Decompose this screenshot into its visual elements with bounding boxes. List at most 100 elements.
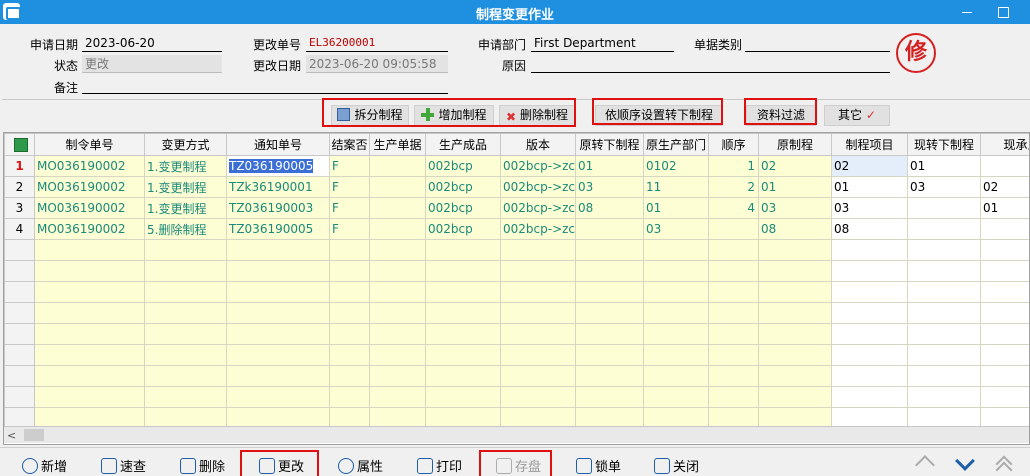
table-cell[interactable] — [226, 302, 330, 324]
scroll-thumb[interactable] — [24, 429, 44, 441]
table-cell[interactable] — [758, 386, 832, 408]
table-cell[interactable] — [369, 176, 426, 198]
table-cell[interactable] — [34, 260, 145, 282]
horizontal-scrollbar[interactable]: < — [4, 426, 1029, 443]
table-cell[interactable] — [643, 323, 709, 345]
table-cell[interactable] — [575, 260, 644, 282]
table-cell[interactable] — [500, 239, 576, 261]
table-cell[interactable] — [34, 386, 145, 408]
table-cell[interactable] — [425, 302, 501, 324]
table-cell[interactable] — [980, 281, 1029, 303]
table-cell[interactable] — [425, 386, 501, 408]
table-cell[interactable]: 002bcp->zcc — [500, 197, 576, 219]
column-header[interactable]: 版本 — [500, 133, 576, 156]
new-button[interactable]: 新增 — [22, 456, 67, 476]
table-cell[interactable] — [144, 323, 227, 345]
table-cell[interactable] — [831, 344, 908, 366]
table-cell[interactable]: 01 — [758, 176, 832, 198]
table-cell[interactable] — [144, 365, 227, 387]
table-cell[interactable] — [425, 239, 501, 261]
table-cell[interactable] — [708, 260, 759, 282]
table-cell[interactable]: 03 — [575, 176, 644, 198]
table-cell[interactable] — [980, 302, 1029, 324]
table-cell[interactable]: 1 — [708, 155, 759, 177]
table-cell[interactable] — [575, 323, 644, 345]
table-cell[interactable] — [144, 386, 227, 408]
table-cell[interactable] — [758, 344, 832, 366]
doc-type-field[interactable] — [745, 34, 890, 52]
table-cell[interactable] — [643, 260, 709, 282]
table-cell[interactable] — [575, 218, 644, 240]
table-cell[interactable]: 002bcp->zcc — [500, 218, 576, 240]
table-cell[interactable] — [758, 365, 832, 387]
modify-button[interactable]: 更改 — [259, 456, 304, 476]
table-cell[interactable] — [575, 365, 644, 387]
table-cell[interactable] — [500, 344, 576, 366]
empty-row[interactable] — [4, 323, 1029, 345]
table-cell[interactable] — [907, 239, 981, 261]
table-cell[interactable] — [369, 218, 426, 240]
empty-row[interactable] — [4, 260, 1029, 282]
table-cell[interactable] — [643, 386, 709, 408]
table-cell[interactable] — [329, 386, 370, 408]
table-cell[interactable] — [980, 344, 1029, 366]
table-cell[interactable] — [500, 386, 576, 408]
table-cell[interactable] — [575, 281, 644, 303]
table-cell[interactable] — [907, 281, 981, 303]
table-cell[interactable] — [831, 365, 908, 387]
table-cell[interactable]: F — [329, 218, 370, 240]
table-cell[interactable]: 1.变更制程 — [144, 155, 227, 177]
column-header[interactable]: 原制程 — [758, 133, 832, 156]
table-cell[interactable] — [34, 302, 145, 324]
table-cell[interactable]: 1.变更制程 — [144, 176, 227, 198]
table-cell[interactable]: 03 — [758, 197, 832, 219]
table-cell[interactable] — [831, 239, 908, 261]
table-cell[interactable]: 01 — [980, 197, 1029, 219]
table-cell[interactable] — [643, 281, 709, 303]
column-header[interactable]: 结案否 — [329, 133, 370, 156]
empty-row[interactable] — [4, 302, 1029, 324]
table-cell[interactable]: F — [329, 155, 370, 177]
table-cell[interactable] — [575, 344, 644, 366]
table-cell[interactable]: 01 — [907, 155, 981, 177]
table-cell[interactable] — [758, 281, 832, 303]
table-row[interactable]: 2 MO036190002 1.变更制程 TZk36190001 F 002bcp 002b… — [4, 176, 1029, 198]
table-cell[interactable] — [708, 344, 759, 366]
other-button[interactable]: 其它 ✓ — [824, 105, 890, 126]
table-cell[interactable] — [329, 323, 370, 345]
table-cell[interactable] — [980, 323, 1029, 345]
column-header[interactable]: 通知单号 — [226, 133, 330, 156]
table-cell[interactable] — [144, 302, 227, 324]
column-header[interactable]: 原转下制程 — [575, 133, 644, 156]
table-cell[interactable]: 0102 — [643, 155, 709, 177]
table-cell[interactable] — [500, 281, 576, 303]
table-cell[interactable]: 11 — [643, 176, 709, 198]
change-no-field[interactable]: EL36200001 — [306, 34, 448, 52]
table-cell[interactable] — [369, 155, 426, 177]
table-cell[interactable] — [907, 260, 981, 282]
table-cell[interactable] — [226, 344, 330, 366]
empty-row[interactable] — [4, 386, 1029, 408]
column-header[interactable]: 制程项目 — [831, 133, 908, 156]
table-cell[interactable] — [643, 302, 709, 324]
table-cell[interactable] — [329, 302, 370, 324]
table-cell[interactable] — [369, 302, 426, 324]
table-cell[interactable] — [758, 239, 832, 261]
table-cell[interactable] — [575, 302, 644, 324]
empty-row[interactable] — [4, 344, 1029, 366]
process-grid[interactable]: 制令单号 变更方式 通知单号 结案否 生产单据 生产成品 版本 原转下制程 原生… — [3, 132, 1030, 445]
table-cell[interactable]: 2 — [708, 176, 759, 198]
table-cell[interactable]: 03 — [907, 176, 981, 198]
reason-field[interactable] — [531, 55, 890, 73]
table-cell[interactable]: TZ036190005 — [226, 155, 330, 177]
table-cell[interactable] — [980, 260, 1029, 282]
table-row[interactable]: 3 MO036190002 1.变更制程 TZ036190003 F 002bcp 002b… — [4, 197, 1029, 219]
scroll-left-icon[interactable]: < — [7, 429, 16, 442]
table-cell[interactable] — [500, 323, 576, 345]
table-cell[interactable] — [226, 323, 330, 345]
table-cell[interactable] — [643, 239, 709, 261]
table-cell[interactable]: 01 — [643, 197, 709, 219]
table-cell[interactable]: MO036190002 — [34, 176, 145, 198]
table-cell[interactable] — [758, 260, 832, 282]
table-cell[interactable] — [643, 365, 709, 387]
